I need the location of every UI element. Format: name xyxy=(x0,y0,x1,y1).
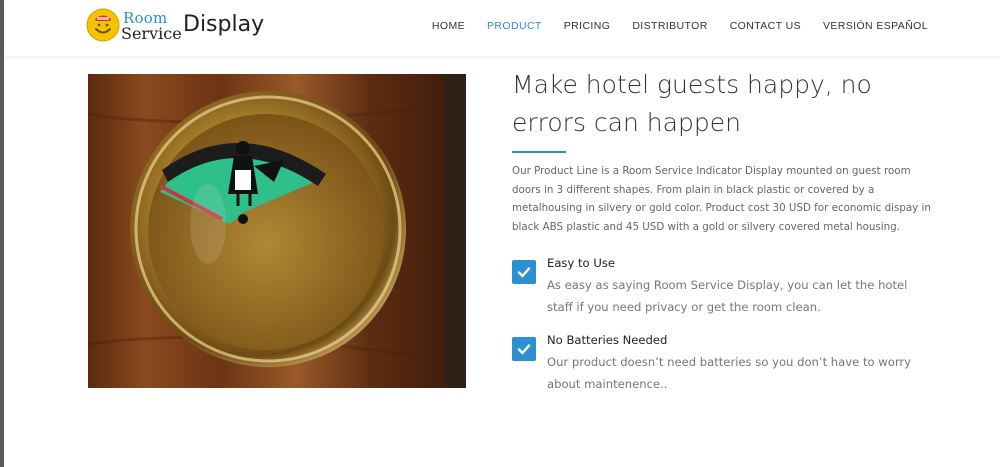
nav-pricing[interactable]: PRICING xyxy=(564,20,611,32)
logo-text-display: Display xyxy=(183,12,265,37)
site-header: Room Service Display HOME PRODUCT PRICIN… xyxy=(4,0,1000,56)
feature-text: Our product doesn’t need batteries so yo… xyxy=(547,355,912,391)
feature-easy-to-use: Easy to Use As easy as saying Room Servi… xyxy=(512,255,932,318)
nav-home[interactable]: HOME xyxy=(432,20,465,32)
main-nav: HOME PRODUCT PRICING DISTRIBUTOR CONTACT… xyxy=(410,20,928,32)
product-photo xyxy=(88,74,466,388)
feature-title: No Batteries Needed xyxy=(547,333,668,347)
nav-distributor[interactable]: DISTRIBUTOR xyxy=(632,20,707,32)
checkmark-icon xyxy=(512,260,536,284)
feature-no-batteries: No Batteries Needed Our product doesn’t … xyxy=(512,332,932,395)
window-edge xyxy=(0,0,4,467)
nav-product[interactable]: PRODUCT xyxy=(487,20,542,32)
feature-title: Easy to Use xyxy=(547,256,616,270)
nav-contact-us[interactable]: CONTACT US xyxy=(730,20,801,32)
title-divider xyxy=(512,151,566,153)
page-title: Make hotel guests happy, no errors can h… xyxy=(512,70,872,137)
checkmark-icon xyxy=(512,337,536,361)
smiley-bell-icon xyxy=(86,8,120,42)
product-content: Make hotel guests happy, no errors can h… xyxy=(512,66,932,395)
site-logo[interactable]: Room Service Display xyxy=(86,7,265,47)
nav-version-espanol[interactable]: VERSIÓN ESPAÑOL xyxy=(823,20,928,32)
feature-text: As easy as saying Room Service Display, … xyxy=(547,278,908,314)
product-description: Our Product Line is a Room Service Indic… xyxy=(512,165,931,233)
logo-text-service: Service xyxy=(121,24,182,43)
